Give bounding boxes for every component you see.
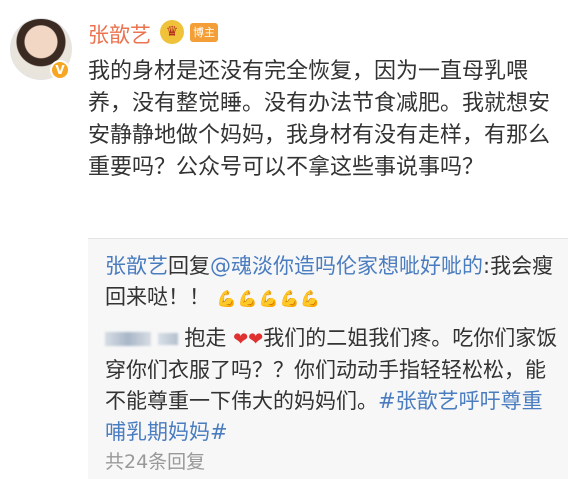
- post-text: 我的身材是还没有完全恢复，因为一直母乳喂养，没有整觉睡。没有办法节食减肥。我就想…: [88, 59, 551, 180]
- comment-text: 抱走 ❤❤我们的二姐我们疼。吃你们家饭穿你们衣服了吗？？你们动动手指轻轻松松，能…: [105, 323, 560, 448]
- heart-icon: ❤❤: [233, 329, 264, 350]
- verified-badge: V: [50, 60, 70, 80]
- username[interactable]: 张歆艺: [88, 22, 151, 48]
- host-badge: 博主: [190, 23, 218, 42]
- muscle-emoji-icon: 💪💪💪💪💪: [216, 289, 322, 308]
- comment-action: 抱走: [184, 326, 227, 350]
- crown-icon: ♛: [160, 20, 184, 44]
- blurred-username-2: [157, 333, 178, 345]
- mention-link[interactable]: @魂淡你造吗伦家想呲好呲的: [210, 254, 483, 278]
- reply-author[interactable]: 张歆艺: [105, 254, 168, 278]
- blurred-username[interactable]: [105, 332, 151, 346]
- cutoff-comment-count[interactable]: 共24条回复: [105, 451, 205, 473]
- reply-word: 回复: [168, 254, 210, 278]
- reply-text: 张歆艺回复@魂淡你造吗伦家想呲好呲的:我会瘦回来哒！！ 💪💪💪💪💪: [105, 251, 560, 314]
- quoted-thread: 张歆艺回复@魂淡你造吗伦家想呲好呲的:我会瘦回来哒！！ 💪💪💪💪💪 抱走 ❤❤我…: [88, 238, 568, 479]
